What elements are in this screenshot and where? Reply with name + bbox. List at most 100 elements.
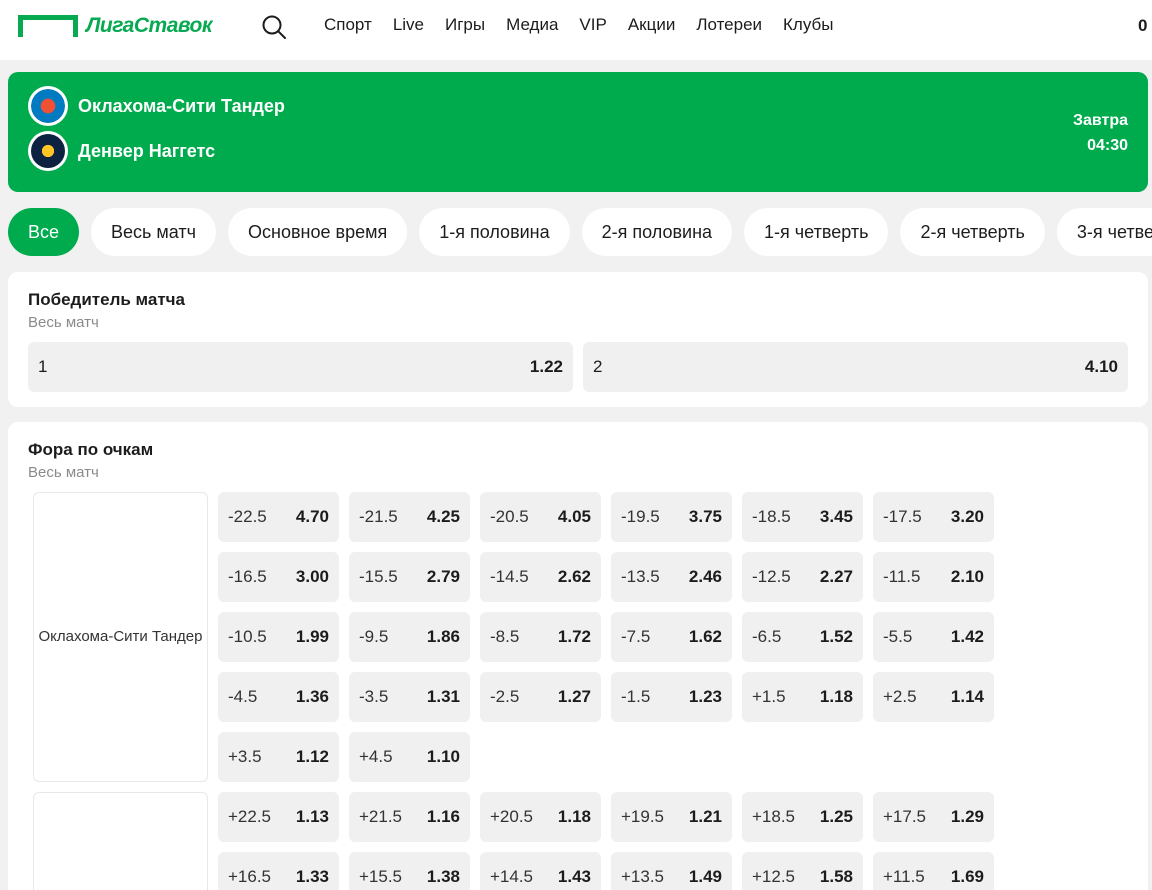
tab-1st-quarter[interactable]: 1-я четверть <box>744 208 889 256</box>
handicap-odd-button[interactable]: -21.5 4.25 <box>349 492 470 542</box>
handicap-odd-button[interactable]: +19.5 1.21 <box>611 792 732 842</box>
handicap-team-1-name: Оклахома-Сити Тандер <box>33 492 208 782</box>
nav-item-promotions[interactable]: Акции <box>628 14 676 36</box>
handicap-odd-button[interactable]: +3.5 1.12 <box>218 732 339 782</box>
handicap-odd-button[interactable]: +20.5 1.18 <box>480 792 601 842</box>
odd-value: 4.05 <box>557 507 591 526</box>
handicap-odd-button[interactable]: -19.5 3.75 <box>611 492 732 542</box>
handicap-value: +3.5 <box>228 747 262 766</box>
odd-value: 1.10 <box>426 747 460 766</box>
handicap-value: -19.5 <box>621 507 660 526</box>
handicap-odd-button[interactable]: +1.5 1.18 <box>742 672 863 722</box>
handicap-odd-button[interactable]: -6.5 1.52 <box>742 612 863 662</box>
handicap-value: +17.5 <box>883 807 927 826</box>
handicap-odd-button[interactable]: -16.5 3.00 <box>218 552 339 602</box>
tab-full-match[interactable]: Весь матч <box>91 208 217 256</box>
handicap-value: +11.5 <box>883 867 925 886</box>
handicap-value: -15.5 <box>359 567 398 586</box>
handicap-odd-button[interactable]: -11.5 2.10 <box>873 552 994 602</box>
handicap-value: -14.5 <box>490 567 529 586</box>
handicap-odd-button[interactable]: -18.5 3.45 <box>742 492 863 542</box>
event-clock: 04:30 <box>1087 137 1128 154</box>
tab-2nd-quarter[interactable]: 2-я четверть <box>900 208 1045 256</box>
nav-item-sport[interactable]: Спорт <box>324 14 372 36</box>
handicap-odd-button[interactable]: +22.5 1.13 <box>218 792 339 842</box>
odd-value: 1.21 <box>688 807 722 826</box>
handicap-odd-button[interactable]: -7.5 1.62 <box>611 612 732 662</box>
handicap-value: +16.5 <box>228 867 272 886</box>
winner-option-label: 2 <box>593 357 603 376</box>
logo[interactable]: ЛигаСтавок <box>18 14 213 38</box>
handicap-odd-button[interactable]: +12.5 1.58 <box>742 852 863 890</box>
handicap-odd-button[interactable]: +4.5 1.10 <box>349 732 470 782</box>
handicap-odd-button[interactable]: +14.5 1.43 <box>480 852 601 890</box>
handicap-value: -22.5 <box>228 507 267 526</box>
handicap-value: +1.5 <box>752 687 786 706</box>
nav-item-vip[interactable]: VIP <box>579 14 606 36</box>
handicap-value: -2.5 <box>490 687 520 706</box>
handicap-odd-button[interactable]: -22.5 4.70 <box>218 492 339 542</box>
odd-value: 1.36 <box>295 687 329 706</box>
nav-item-clubs[interactable]: Клубы <box>783 14 833 36</box>
team-2-logo-icon <box>28 131 68 171</box>
search-icon[interactable] <box>261 14 287 40</box>
handicap-odd-button[interactable]: -17.5 3.20 <box>873 492 994 542</box>
handicap-odd-button[interactable]: -15.5 2.79 <box>349 552 470 602</box>
handicap-odd-button[interactable]: -10.5 1.99 <box>218 612 339 662</box>
handicap-odd-button[interactable]: -2.5 1.27 <box>480 672 601 722</box>
odd-value: 1.13 <box>295 807 329 826</box>
handicap-value: +21.5 <box>359 807 403 826</box>
winner-option-1-button[interactable]: 1 1.22 <box>28 342 573 392</box>
handicap-odd-button[interactable]: -5.5 1.42 <box>873 612 994 662</box>
odd-value: 1.27 <box>557 687 591 706</box>
odd-value: 1.25 <box>819 807 853 826</box>
odd-value: 1.99 <box>295 627 329 646</box>
nav-item-live[interactable]: Live <box>393 14 424 36</box>
event-day: Завтра <box>1072 112 1128 129</box>
odd-value: 1.29 <box>950 807 984 826</box>
handicap-odd-button[interactable]: -12.5 2.27 <box>742 552 863 602</box>
handicap-value: +19.5 <box>621 807 665 826</box>
handicap-value: -4.5 <box>228 687 258 706</box>
handicap-odd-button[interactable]: -4.5 1.36 <box>218 672 339 722</box>
handicap-odd-button[interactable]: +18.5 1.25 <box>742 792 863 842</box>
tab-regular-time[interactable]: Основное время <box>228 208 408 256</box>
odd-value: 2.10 <box>950 567 984 586</box>
handicap-odd-button[interactable]: +15.5 1.38 <box>349 852 470 890</box>
handicap-odd-button[interactable]: -13.5 2.46 <box>611 552 732 602</box>
handicap-value: -6.5 <box>752 627 782 646</box>
odd-value: 4.25 <box>426 507 460 526</box>
tab-1st-half[interactable]: 1-я половина <box>419 208 570 256</box>
nav-item-games[interactable]: Игры <box>445 14 485 36</box>
handicap-odd-button[interactable]: +2.5 1.14 <box>873 672 994 722</box>
handicap-team-1-odds: -22.5 4.70 -21.5 4.25 -20.5 4.05 -19.5 3.75 -18.… <box>218 492 1008 782</box>
tab-3rd-quarter[interactable]: 3-я четверть <box>1056 208 1152 256</box>
winner-option-2-button[interactable]: 2 4.10 <box>583 342 1128 392</box>
odd-value: 3.20 <box>950 507 984 526</box>
odd-value: 2.62 <box>557 567 591 586</box>
tab-2nd-half[interactable]: 2-я половина <box>581 208 733 256</box>
market-subtitle: Весь матч <box>28 464 99 481</box>
handicap-odd-button[interactable]: +17.5 1.29 <box>873 792 994 842</box>
handicap-odd-button[interactable]: -9.5 1.86 <box>349 612 470 662</box>
market-subtitle: Весь матч <box>28 314 99 331</box>
tab-all[interactable]: Все <box>8 208 80 256</box>
odd-value: 2.27 <box>819 567 853 586</box>
handicap-value: +4.5 <box>359 747 393 766</box>
handicap-value: +22.5 <box>228 807 272 826</box>
handicap-odd-button[interactable]: +13.5 1.49 <box>611 852 732 890</box>
handicap-odd-button[interactable]: +21.5 1.16 <box>349 792 470 842</box>
handicap-odd-button[interactable]: -8.5 1.72 <box>480 612 601 662</box>
market-title: Фора по очкам <box>28 440 154 459</box>
winner-option-odd: 1.22 <box>529 357 563 376</box>
nav-item-media[interactable]: Медиа <box>506 14 558 36</box>
handicap-odd-button[interactable]: +16.5 1.33 <box>218 852 339 890</box>
handicap-value: +20.5 <box>490 807 534 826</box>
handicap-odd-button[interactable]: +11.5 1.69 <box>873 852 994 890</box>
nav-item-lotteries[interactable]: Лотереи <box>696 14 762 36</box>
handicap-odd-button[interactable]: -20.5 4.05 <box>480 492 601 542</box>
handicap-odd-button[interactable]: -1.5 1.23 <box>611 672 732 722</box>
balance-value[interactable]: 0 <box>1138 16 1147 36</box>
handicap-odd-button[interactable]: -14.5 2.62 <box>480 552 601 602</box>
handicap-odd-button[interactable]: -3.5 1.31 <box>349 672 470 722</box>
